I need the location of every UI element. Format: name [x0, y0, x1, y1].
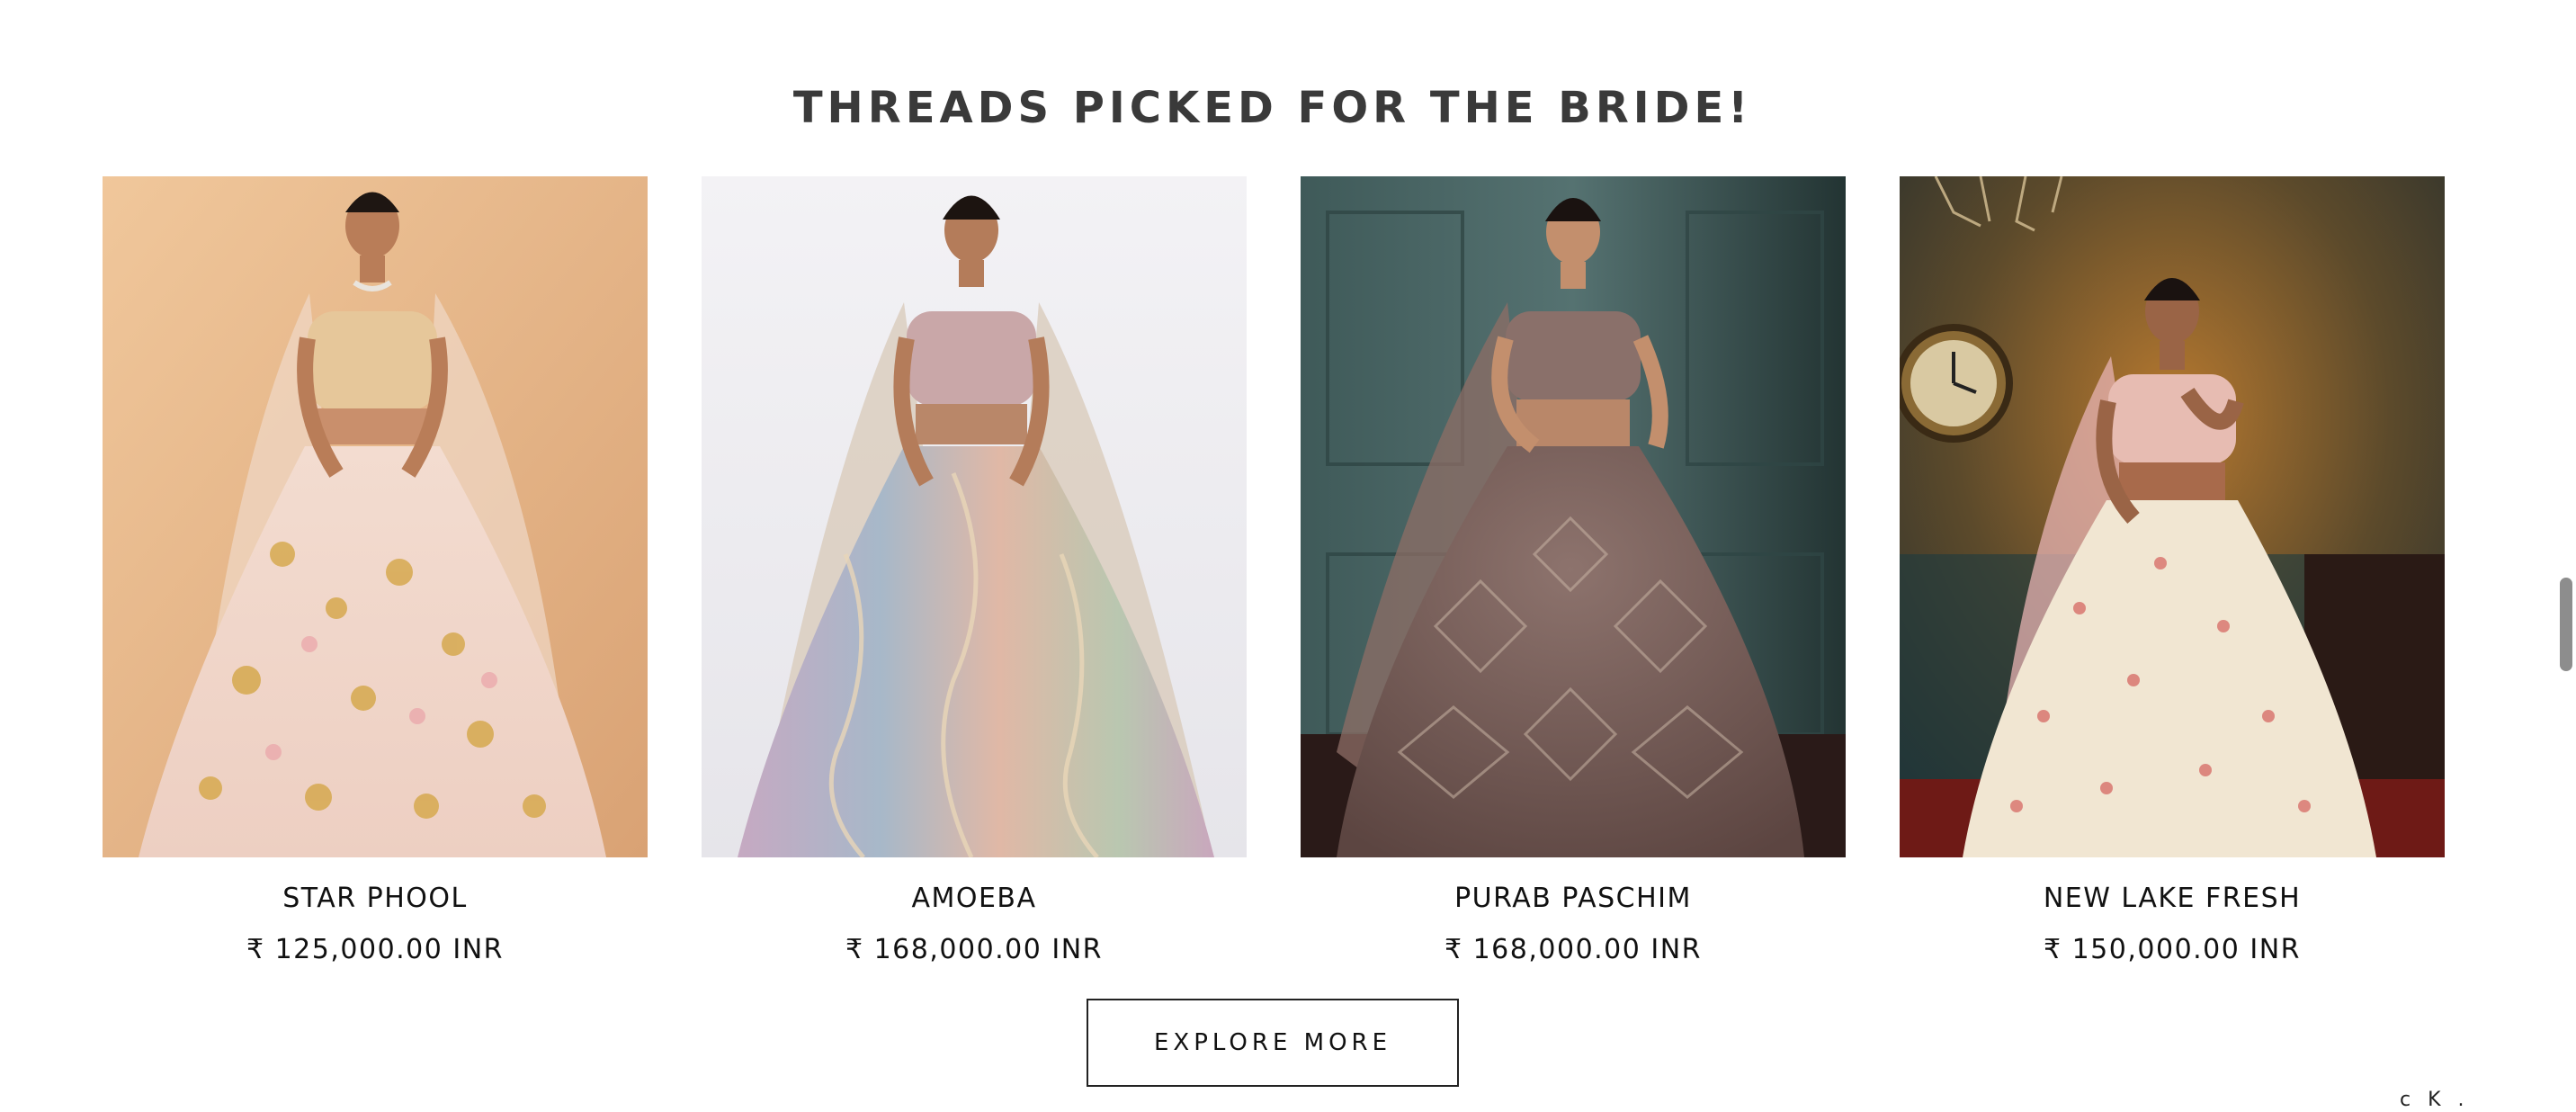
product-image[interactable] — [702, 176, 1247, 857]
product-image[interactable] — [1900, 176, 2445, 857]
product-grid: STAR PHOOL ₹ 125,000.00 INR AMOEBA ₹ 168… — [103, 176, 2445, 965]
product-price: ₹ 125,000.00 INR — [246, 934, 505, 965]
page: THREADS PICKED FOR THE BRIDE! STAR PHOOL… — [0, 0, 2576, 1112]
product-image[interactable] — [1301, 176, 1846, 857]
explore-more-button[interactable]: EXPLORE MORE — [1087, 999, 1459, 1087]
product-card[interactable]: PURAB PASCHIM ₹ 168,000.00 INR — [1301, 176, 1846, 965]
lehenga-photo-icon — [702, 176, 1247, 857]
product-card[interactable]: NEW LAKE FRESH ₹ 150,000.00 INR — [1900, 176, 2445, 965]
product-price: ₹ 168,000.00 INR — [845, 934, 1104, 965]
product-price: ₹ 150,000.00 INR — [2043, 934, 2302, 965]
scrollbar-thumb[interactable] — [2560, 578, 2572, 671]
product-name[interactable]: STAR PHOOL — [282, 883, 468, 914]
product-card[interactable]: AMOEBA ₹ 168,000.00 INR — [702, 176, 1247, 965]
product-name[interactable]: AMOEBA — [911, 883, 1036, 914]
lehenga-photo-icon — [103, 176, 648, 857]
product-card[interactable]: STAR PHOOL ₹ 125,000.00 INR — [103, 176, 648, 965]
product-name[interactable]: PURAB PASCHIM — [1454, 883, 1692, 914]
partial-text: c K . — [2400, 1089, 2470, 1111]
product-price: ₹ 168,000.00 INR — [1444, 934, 1703, 965]
product-image[interactable] — [103, 176, 648, 857]
lehenga-photo-icon — [1900, 176, 2445, 857]
lehenga-photo-icon — [1301, 176, 1846, 857]
product-name[interactable]: NEW LAKE FRESH — [2044, 883, 2301, 914]
section-title: THREADS PICKED FOR THE BRIDE! — [792, 83, 1753, 133]
